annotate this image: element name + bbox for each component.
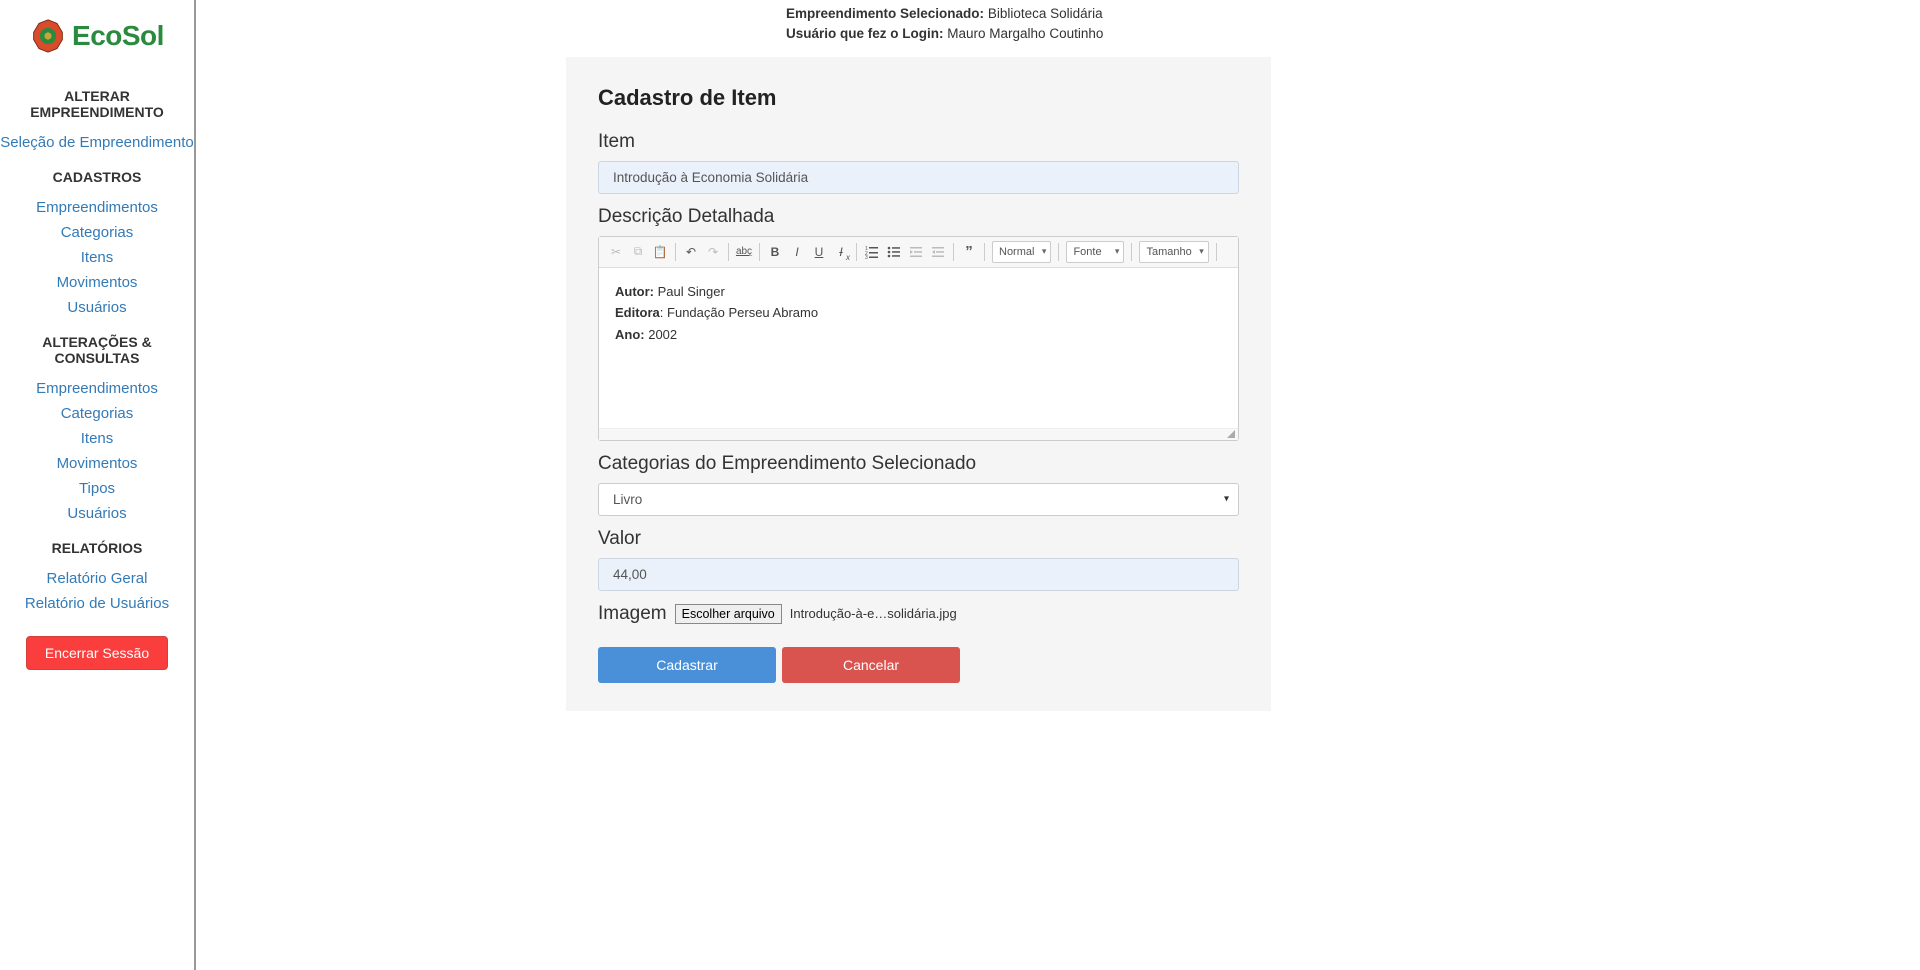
editor-resize-handle[interactable]: [599, 428, 1238, 440]
categorias-select[interactable]: Livro: [598, 483, 1239, 516]
cadastrar-button[interactable]: Cadastrar: [598, 647, 776, 683]
main-content: Empreendimento Selecionado: Biblioteca S…: [196, 0, 1920, 970]
toolbar-separator: [953, 243, 954, 261]
form-panel: Cadastro de Item Item Descrição Detalhad…: [566, 57, 1271, 711]
desc-autor-value: Paul Singer: [654, 284, 725, 299]
redo-icon[interactable]: ↷: [702, 241, 724, 263]
toolbar-separator: [728, 243, 729, 261]
font-select[interactable]: Fonte: [1066, 241, 1124, 263]
nav-cad-categorias[interactable]: Categorias: [0, 220, 194, 245]
toolbar-separator: [1216, 243, 1217, 261]
ordered-list-icon[interactable]: 123: [861, 241, 883, 263]
desc-ano-key: Ano:: [615, 327, 645, 342]
desc-autor-key: Autor:: [615, 284, 654, 299]
toolbar-separator: [759, 243, 760, 261]
toolbar-separator: [984, 243, 985, 261]
top-info: Empreendimento Selecionado: Biblioteca S…: [786, 4, 1900, 45]
blockquote-icon[interactable]: ”: [958, 241, 980, 263]
unordered-list-icon[interactable]: [883, 241, 905, 263]
nav-relatorio-geral[interactable]: Relatório Geral: [0, 566, 194, 591]
emp-selecionado-label: Empreendimento Selecionado:: [786, 6, 984, 21]
desc-editora-sep: :: [660, 305, 667, 320]
nav-selecao-empreendimento[interactable]: Seleção de Empreendimento: [0, 130, 194, 155]
sidebar-heading-cadastros: CADASTROS: [0, 169, 194, 185]
toolbar-separator: [1058, 243, 1059, 261]
usuario-login-value: Mauro Margalho Coutinho: [947, 26, 1103, 41]
nav-alt-empreendimentos[interactable]: Empreendimentos: [0, 376, 194, 401]
cut-icon[interactable]: ✂: [605, 241, 627, 263]
format-select[interactable]: Normal: [992, 241, 1051, 263]
descricao-label: Descrição Detalhada: [598, 206, 1239, 228]
nav-cad-empreendimentos[interactable]: Empreendimentos: [0, 195, 194, 220]
page-title: Cadastro de Item: [598, 85, 1239, 111]
undo-icon[interactable]: ↶: [680, 241, 702, 263]
svg-text:3: 3: [865, 255, 868, 259]
toolbar-separator: [1131, 243, 1132, 261]
nav-cad-itens[interactable]: Itens: [0, 245, 194, 270]
size-select[interactable]: Tamanho: [1139, 241, 1208, 263]
nav-alt-categorias[interactable]: Categorias: [0, 401, 194, 426]
toolbar-separator: [675, 243, 676, 261]
editor-toolbar: ✂ ⧉ 📋 ↶ ↷ abç B I U Ix 123: [599, 237, 1238, 268]
sidebar-heading-alteracoes: ALTERAÇÕES & CONSULTAS: [0, 334, 194, 366]
rich-text-editor: ✂ ⧉ 📋 ↶ ↷ abç B I U Ix 123: [598, 236, 1239, 441]
valor-label: Valor: [598, 528, 1239, 550]
file-choose-button[interactable]: Escolher arquivo: [675, 604, 782, 624]
nav-alt-tipos[interactable]: Tipos: [0, 476, 194, 501]
nav-alt-itens[interactable]: Itens: [0, 426, 194, 451]
logout-button[interactable]: Encerrar Sessão: [26, 636, 168, 670]
file-name-display: Introdução-à-e…solidária.jpg: [790, 606, 957, 621]
spellcheck-icon[interactable]: abç: [733, 241, 755, 263]
sidebar-heading-relatorios: RELATÓRIOS: [0, 540, 194, 556]
valor-input[interactable]: [598, 558, 1239, 591]
desc-ano-value: 2002: [645, 327, 678, 342]
italic-icon[interactable]: I: [786, 241, 808, 263]
usuario-login-label: Usuário que fez o Login:: [786, 26, 944, 41]
nav-alt-usuarios[interactable]: Usuários: [0, 501, 194, 526]
editor-body[interactable]: Autor: Paul Singer Editora: Fundação Per…: [599, 268, 1238, 428]
logo-text: EcoSol: [72, 20, 164, 52]
bold-icon[interactable]: B: [764, 241, 786, 263]
nav-cad-movimentos[interactable]: Movimentos: [0, 270, 194, 295]
nav-relatorio-usuarios[interactable]: Relatório de Usuários: [0, 591, 194, 616]
item-label: Item: [598, 131, 1239, 153]
nav-alt-movimentos[interactable]: Movimentos: [0, 451, 194, 476]
outdent-icon[interactable]: [905, 241, 927, 263]
categorias-label: Categorias do Empreendimento Selecionado: [598, 453, 1239, 475]
toolbar-separator: [856, 243, 857, 261]
underline-icon[interactable]: U: [808, 241, 830, 263]
paste-icon[interactable]: 📋: [649, 241, 671, 263]
remove-format-icon[interactable]: Ix: [830, 241, 852, 263]
imagem-label: Imagem: [598, 603, 667, 625]
sidebar-heading-alterar: ALTERAR EMPREENDIMENTO: [0, 88, 194, 120]
sidebar: EcoSol ALTERAR EMPREENDIMENTO Seleção de…: [0, 0, 196, 970]
logo-icon: [30, 18, 66, 54]
nav-cad-usuarios[interactable]: Usuários: [0, 295, 194, 320]
desc-editora-value: Fundação Perseu Abramo: [667, 305, 818, 320]
cancelar-button[interactable]: Cancelar: [782, 647, 960, 683]
copy-icon[interactable]: ⧉: [627, 241, 649, 263]
desc-editora-key: Editora: [615, 305, 660, 320]
item-input[interactable]: [598, 161, 1239, 194]
logo: EcoSol: [0, 10, 194, 74]
emp-selecionado-value: Biblioteca Solidária: [988, 6, 1103, 21]
indent-icon[interactable]: [927, 241, 949, 263]
